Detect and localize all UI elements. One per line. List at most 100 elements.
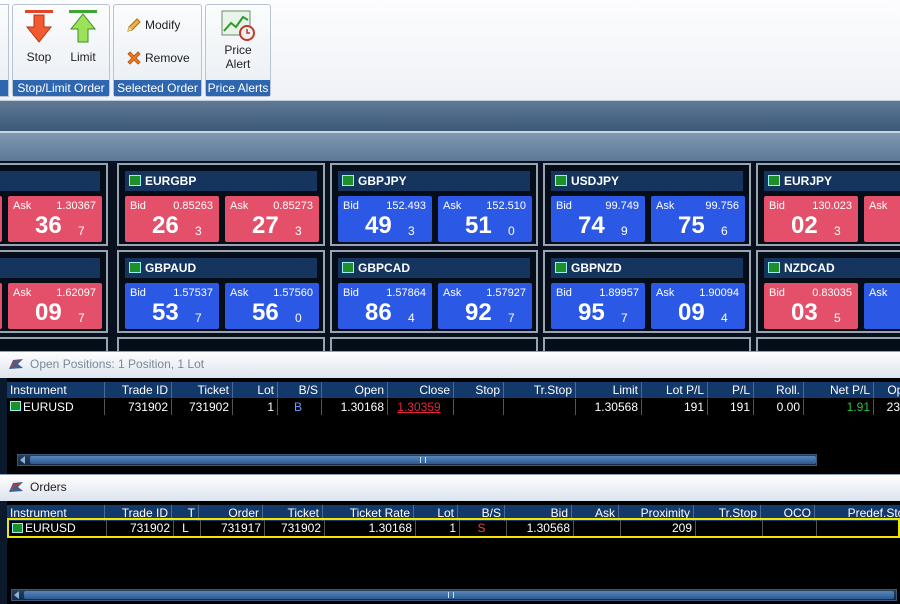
bid-fraction: 5 [834, 311, 841, 325]
rate-tile[interactable]: EURJPY Bid 130.023 02 3 Ask [756, 163, 900, 246]
window-band [0, 101, 900, 131]
bid-price: 1.57537 [173, 287, 213, 299]
rate-tile[interactable]: GBPAUD Bid 1.57537 53 7 Ask 1.57560 56 0 [117, 250, 325, 333]
scrollbar-thumb[interactable] [30, 456, 816, 464]
column-header[interactable]: Close [388, 382, 454, 398]
column-header[interactable]: Open [322, 382, 388, 398]
tile-symbol-bar: GBPAUD [125, 258, 317, 278]
ask-quote[interactable]: Ask 152.510 51 0 [438, 196, 532, 242]
rate-tile[interactable]: GBPCAD Bid 1.57864 86 4 Ask 1.57927 92 7 [330, 250, 538, 333]
table-cell: 731902 [105, 399, 172, 415]
table-row[interactable]: EURUSD 731902 L 731917 731902 1.30168 1 S 1.3056… [7, 518, 900, 538]
column-header[interactable]: Limit [576, 382, 642, 398]
scrollbar-thumb[interactable] [24, 591, 894, 599]
orders-title: Orders [30, 480, 67, 494]
bid-price: 0.83035 [812, 287, 852, 299]
ask-fraction: 0 [295, 311, 302, 325]
table-cell: 731902 [265, 520, 325, 536]
ask-quote[interactable]: Ask 99.756 75 6 [651, 196, 745, 242]
ask-fraction: 0 [508, 224, 515, 238]
open-positions-scrollbar[interactable] [17, 454, 817, 466]
bid-quote[interactable]: Bid 0.85263 26 3 [125, 196, 219, 242]
scroll-left-icon[interactable] [14, 591, 19, 599]
price-alert-label-line1: Price [224, 43, 252, 57]
ask-price: 1.57560 [273, 287, 313, 299]
ask-quote[interactable]: Ask 1.90094 09 4 [651, 283, 745, 329]
rate-tile[interactable]: EURGBP Bid 0.85263 26 3 Ask 0.85273 27 3 [117, 163, 325, 246]
table-row[interactable]: EURUSD 731902 731902 1 B 1.30168 1.30359 1.3056… [7, 398, 900, 416]
column-header[interactable]: P/L [708, 382, 754, 398]
ask-price: 1.62097 [56, 287, 96, 299]
bid-pips: 86 [365, 299, 392, 326]
bid-quote[interactable]: Bid 1.89957 95 7 [551, 283, 645, 329]
column-header[interactable]: Roll. [754, 382, 804, 398]
ask-quote[interactable]: Ask [864, 196, 900, 242]
ask-quote[interactable]: Ask 1.62097 09 7 [8, 283, 102, 329]
bid-price: 0.85263 [173, 200, 213, 212]
rate-tile[interactable]: NZDCAD Bid 0.83035 03 5 Ask [756, 250, 900, 333]
bid-pips: 95 [578, 299, 605, 326]
column-header[interactable]: Lot [233, 382, 278, 398]
column-header[interactable]: Stop [454, 382, 504, 398]
rate-tile[interactable]: GBPNZD Bid 1.89957 95 7 Ask 1.90094 09 4 [543, 250, 751, 333]
ask-quote[interactable]: Ask 1.57560 56 0 [225, 283, 319, 329]
limit-button[interactable]: Limit [63, 9, 103, 67]
tile-symbol-bar: GBPJPY [338, 171, 530, 191]
price-alert-button[interactable]: Price Alert [210, 9, 266, 81]
ask-price: 1.57927 [486, 287, 526, 299]
stop-label: Stop [26, 50, 52, 64]
ask-quote[interactable]: Ask 0.85273 27 3 [225, 196, 319, 242]
bid-quote[interactable] [0, 196, 2, 242]
tile-symbol-bar: GBPNZD [551, 258, 743, 278]
bid-label: Bid [556, 200, 572, 212]
ask-price: 1.90094 [699, 287, 739, 299]
bid-label: Bid [343, 287, 359, 299]
currency-flag-icon [342, 175, 354, 186]
modify-button[interactable]: Modify [126, 17, 180, 33]
column-header[interactable]: Instrument [7, 382, 105, 398]
scroll-left-icon[interactable] [20, 456, 25, 464]
rate-tile[interactable]: Ask 1.62097 09 7 [0, 250, 108, 333]
ask-quote[interactable]: Ask [864, 283, 900, 329]
open-positions-header: Open Positions: 1 Position, 1 Lot [0, 351, 900, 378]
table-cell: 1.30568 [576, 399, 642, 415]
bid-price: 130.023 [812, 200, 852, 212]
tile-symbol: GBPCAD [358, 261, 411, 275]
ask-quote[interactable]: Ask 1.30367 36 7 [8, 196, 102, 242]
rate-tile[interactable]: Ask 1.30367 36 7 [0, 163, 108, 246]
tile-symbol-bar [0, 171, 100, 191]
bid-quote[interactable]: Bid 99.749 74 9 [551, 196, 645, 242]
column-header[interactable]: Net P/L [804, 382, 874, 398]
tile-symbol: EURGBP [145, 174, 197, 188]
bid-quote[interactable]: Bid 130.023 02 3 [764, 196, 858, 242]
remove-button[interactable]: Remove [126, 50, 190, 66]
bid-quote[interactable]: Bid 152.493 49 3 [338, 196, 432, 242]
ask-price: 0.85273 [273, 200, 313, 212]
column-header[interactable]: Ticket [172, 382, 233, 398]
rate-tile[interactable]: GBPJPY Bid 152.493 49 3 Ask 152.510 51 0 [330, 163, 538, 246]
rate-tile-partial [0, 337, 108, 351]
bid-quote[interactable]: Bid 0.83035 03 5 [764, 283, 858, 329]
bid-quote[interactable]: Bid 1.57864 86 4 [338, 283, 432, 329]
pencil-icon [127, 18, 141, 32]
bid-quote[interactable] [0, 283, 2, 329]
column-header[interactable]: Lot P/L [642, 382, 708, 398]
group-caption-price-alerts: Price Alerts [206, 80, 270, 96]
stop-arrow-down-icon [25, 10, 53, 43]
bid-price: 152.493 [386, 200, 426, 212]
column-header[interactable]: Trade ID [105, 382, 172, 398]
column-header[interactable]: B/S [278, 382, 322, 398]
stop-button[interactable]: Stop [19, 9, 59, 67]
ask-quote[interactable]: Ask 1.57927 92 7 [438, 283, 532, 329]
ask-label: Ask [869, 200, 888, 212]
rate-tile[interactable]: USDJPY Bid 99.749 74 9 Ask 99.756 75 6 [543, 163, 751, 246]
column-header[interactable]: Tr.Stop [504, 382, 576, 398]
ask-pips: 09 [678, 299, 705, 326]
orders-scrollbar[interactable] [11, 589, 897, 601]
ask-label: Ask [13, 200, 32, 212]
group-caption-stop-limit: Stop/Limit Order [13, 80, 109, 96]
bid-fraction: 7 [195, 311, 202, 325]
column-header[interactable]: Ope [874, 382, 900, 398]
bid-quote[interactable]: Bid 1.57537 53 7 [125, 283, 219, 329]
rate-tile-partial [756, 337, 900, 351]
